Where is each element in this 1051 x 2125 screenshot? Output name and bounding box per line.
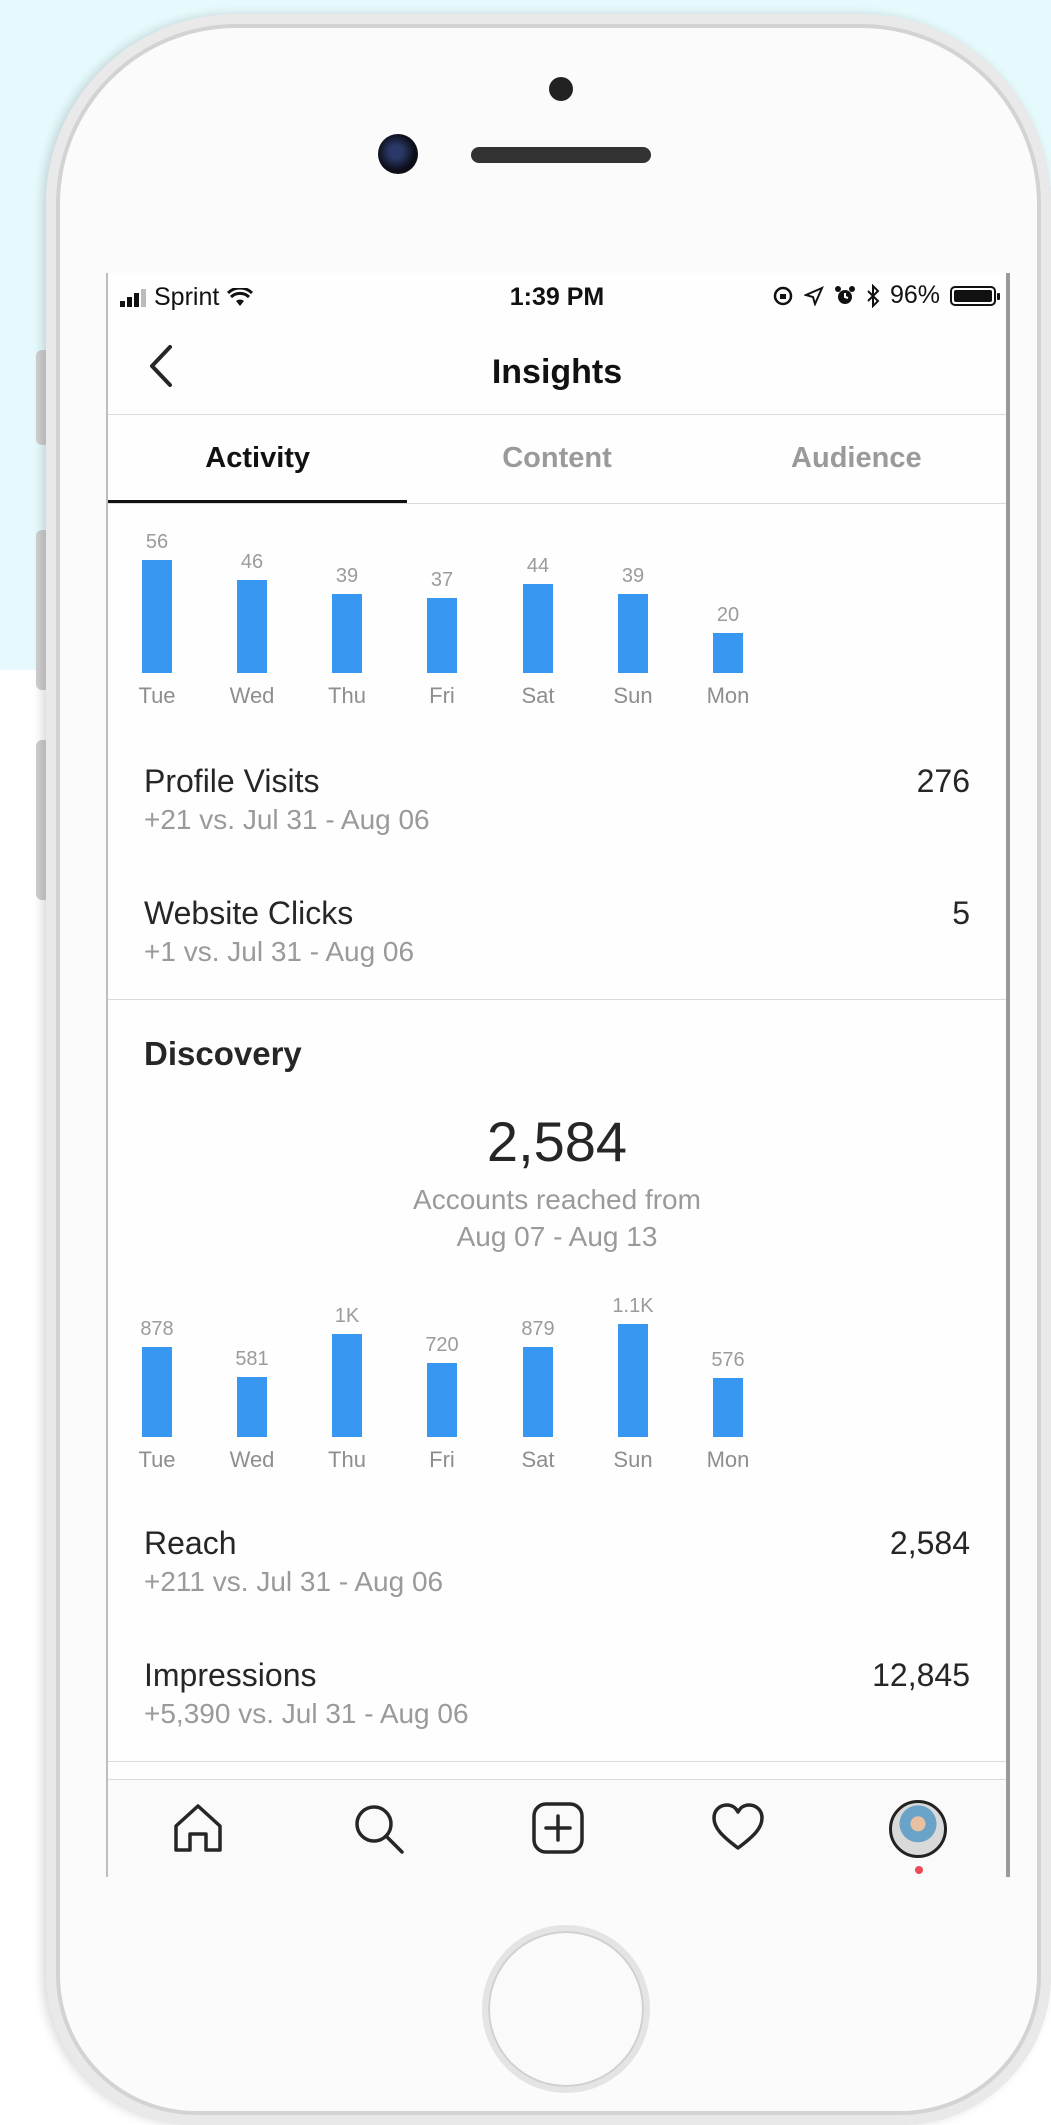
website-clicks-label: Website Clicks — [144, 895, 354, 931]
insights-tabs: Activity Content Audience — [108, 415, 1006, 504]
app-screen: Sprint 1:39 PM 96% Insights Activity Con… — [106, 273, 1010, 1877]
chart-value-label: 879 — [521, 1318, 555, 1340]
chart-category-label: Tue — [138, 683, 176, 708]
chart-category-label: Sat — [521, 1447, 555, 1472]
discovery-title: Discovery — [144, 1035, 302, 1072]
chart-value-label: 20 — [716, 604, 740, 626]
tab-audience[interactable]: Audience — [707, 415, 1006, 503]
new-post-icon[interactable] — [530, 1800, 586, 1856]
chart-category-label: Sat — [521, 683, 555, 708]
website-clicks-value: 5 — [952, 895, 970, 931]
chart-bar — [237, 580, 267, 673]
chart-bar — [618, 1324, 648, 1437]
reach-comparison: +211 vs. Jul 31 - Aug 06 — [144, 1566, 444, 1597]
section-divider — [108, 999, 1006, 1000]
reach-value: 2,584 — [889, 1525, 970, 1561]
activity-heart-icon[interactable] — [710, 1800, 766, 1856]
battery-percent: 96% — [889, 281, 940, 309]
location-icon — [803, 285, 824, 306]
reach-row[interactable]: Reach +211 vs. Jul 31 - Aug 06 2,584 — [144, 1525, 970, 1598]
section-divider — [108, 1761, 1006, 1762]
phone-front-camera — [378, 134, 418, 174]
chart-category-label: Sun — [613, 683, 653, 708]
nav-bar: Insights — [108, 321, 1006, 415]
discovery-bar-chart: 878 Tue 581 Wed 1K Thu 720 Fri 879 Sat 1.1K Sun 576 M… — [108, 1263, 1006, 1503]
chart-bar — [618, 594, 648, 673]
alarm-icon — [834, 285, 855, 304]
chart-category-label: Wed — [229, 683, 275, 708]
impressions-value: 12,845 — [872, 1657, 970, 1693]
chart-bar — [523, 1347, 553, 1437]
profile-visits-row[interactable]: Profile Visits +21 vs. Jul 31 - Aug 06 2… — [144, 763, 970, 836]
phone-home-button[interactable] — [482, 1925, 650, 2093]
chart-category-label: Mon — [706, 1447, 750, 1472]
chart-category-label: Sun — [613, 1447, 653, 1472]
notification-dot — [915, 1866, 923, 1874]
chart-value-label: 1.1K — [612, 1295, 654, 1317]
chart-value-label: 1K — [334, 1305, 360, 1327]
phone-speaker — [471, 147, 651, 163]
bottom-tab-bar — [108, 1779, 1006, 1877]
chart-category-label: Mon — [706, 683, 750, 708]
page-title: Insights — [491, 353, 623, 391]
profile-visits-value: 276 — [916, 763, 970, 799]
bluetooth-icon — [867, 283, 880, 308]
website-clicks-row[interactable]: Website Clicks +1 vs. Jul 31 - Aug 06 5 — [144, 895, 970, 968]
chart-category-label: Thu — [328, 1447, 366, 1472]
chart-value-label: 44 — [526, 555, 550, 577]
chart-value-label: 581 — [235, 1348, 269, 1370]
search-icon[interactable] — [350, 1800, 406, 1856]
profile-avatar[interactable] — [889, 1800, 947, 1858]
chart-bar — [332, 594, 362, 673]
chart-value-label: 56 — [145, 531, 169, 553]
phone-sensor — [549, 77, 573, 101]
chart-category-label: Thu — [328, 683, 366, 708]
accounts-reached-daterange: Aug 07 - Aug 13 — [456, 1221, 658, 1252]
chart-bar — [427, 598, 457, 673]
website-clicks-comparison: +1 vs. Jul 31 - Aug 06 — [144, 936, 415, 967]
status-bar: Sprint 1:39 PM 96% — [108, 273, 1006, 321]
chart-bar — [713, 1378, 743, 1437]
chart-bar — [713, 633, 743, 673]
chart-bar — [332, 1334, 362, 1437]
chart-category-label: Wed — [229, 1447, 275, 1472]
home-icon[interactable] — [170, 1800, 226, 1856]
profile-visits-label: Profile Visits — [144, 763, 320, 799]
impressions-label: Impressions — [144, 1657, 317, 1693]
chart-category-label: Tue — [138, 1447, 176, 1472]
chart-value-label: 46 — [240, 551, 264, 573]
chart-bar — [142, 560, 172, 673]
chart-value-label: 720 — [425, 1334, 459, 1356]
chart-category-label: Fri — [429, 1447, 455, 1472]
accounts-reached-value: 2,584 — [486, 1110, 628, 1173]
status-right-group: 96% — [772, 281, 1000, 310]
tab-activity[interactable]: Activity — [108, 415, 408, 503]
accounts-reached-caption: Accounts reached from — [413, 1184, 701, 1215]
reach-label: Reach — [144, 1525, 237, 1561]
chart-bar — [523, 584, 553, 673]
battery-icon — [950, 285, 1000, 306]
chart-value-label: 37 — [430, 569, 454, 591]
impressions-row[interactable]: Impressions +5,390 vs. Jul 31 - Aug 06 1… — [144, 1657, 970, 1730]
chart-category-label: Fri — [429, 683, 455, 708]
chart-value-label: 878 — [140, 1318, 174, 1340]
chart-value-label: 39 — [335, 565, 359, 587]
rotation-lock-icon — [773, 286, 793, 305]
impressions-comparison: +5,390 vs. Jul 31 - Aug 06 — [144, 1698, 469, 1729]
chart-value-label: 39 — [621, 565, 645, 587]
chart-value-label: 576 — [711, 1349, 745, 1371]
chart-bar — [142, 1347, 172, 1437]
profile-visits-comparison: +21 vs. Jul 31 - Aug 06 — [144, 804, 430, 835]
chart-bar — [427, 1363, 457, 1437]
activity-bar-chart: 56 Tue 46 Wed 39 Thu 37 Fri 44 Sat 39 Sun 20 Mon — [108, 503, 1006, 733]
tab-content[interactable]: Content — [407, 415, 706, 503]
chart-bar — [237, 1377, 267, 1437]
